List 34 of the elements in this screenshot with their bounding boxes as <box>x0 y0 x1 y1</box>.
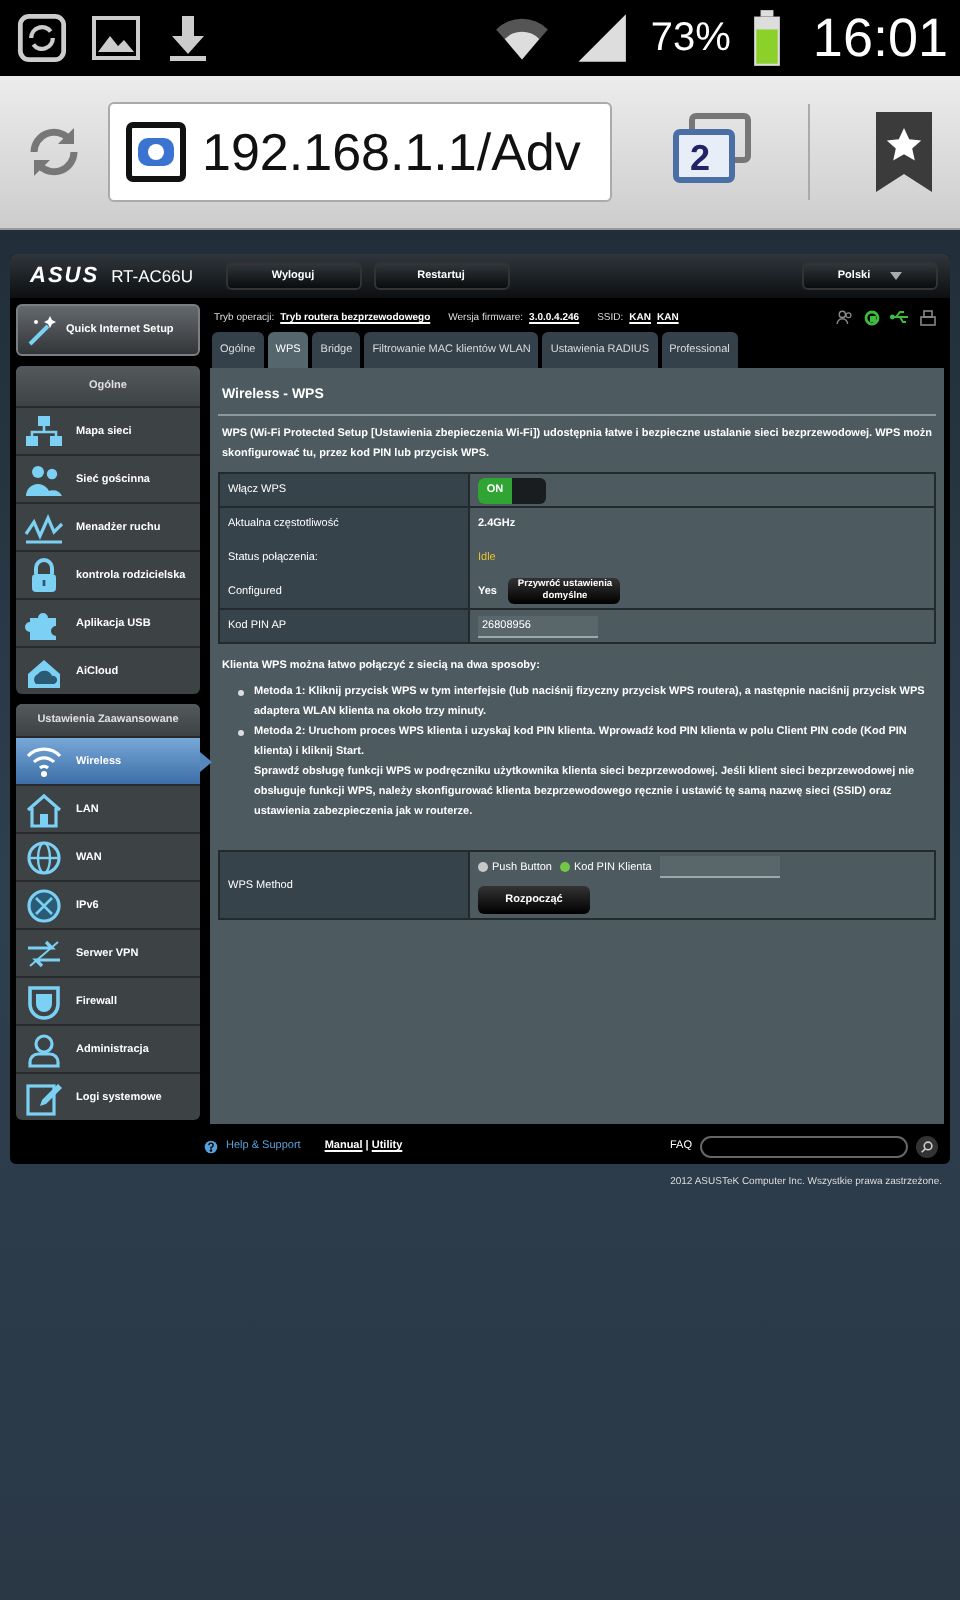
model-name: RT-AC66U <box>111 266 194 286</box>
bullet-icon <box>238 689 244 695</box>
clock: 16:01 <box>812 7 948 69</box>
download-icon <box>164 12 212 64</box>
logo: ASUS <box>30 264 100 288</box>
search-icon <box>920 1139 934 1153</box>
url-field[interactable]: 192.168.1.1/Adv <box>108 102 612 202</box>
search-field[interactable] <box>700 1135 908 1157</box>
bullet-icon <box>238 729 244 735</box>
page-icon <box>126 122 186 182</box>
tab-count: 2 <box>687 138 712 180</box>
status-icon <box>864 310 880 326</box>
search-button[interactable] <box>916 1135 938 1157</box>
notification-icon <box>16 12 68 64</box>
shield-icon <box>24 983 64 1019</box>
chart-icon <box>24 509 64 545</box>
wifi-icon <box>24 743 64 779</box>
network-icon <box>24 413 64 449</box>
usb-icon <box>890 310 910 324</box>
printer-icon <box>920 310 936 326</box>
people-icon <box>24 461 64 497</box>
wand-icon <box>26 314 58 346</box>
pencil-icon <box>24 1079 64 1115</box>
pin-field[interactable] <box>659 856 780 878</box>
help-icon <box>204 1139 218 1153</box>
image-icon <box>90 14 142 62</box>
caret-icon <box>890 272 903 280</box>
battery-icon <box>752 10 783 66</box>
people-icon <box>836 310 854 324</box>
house-icon <box>24 791 64 827</box>
person-icon <box>24 1031 64 1067</box>
arrows-icon <box>24 935 64 971</box>
battery-percentage: 73% <box>650 15 731 61</box>
bookmark-icon[interactable] <box>872 110 936 194</box>
